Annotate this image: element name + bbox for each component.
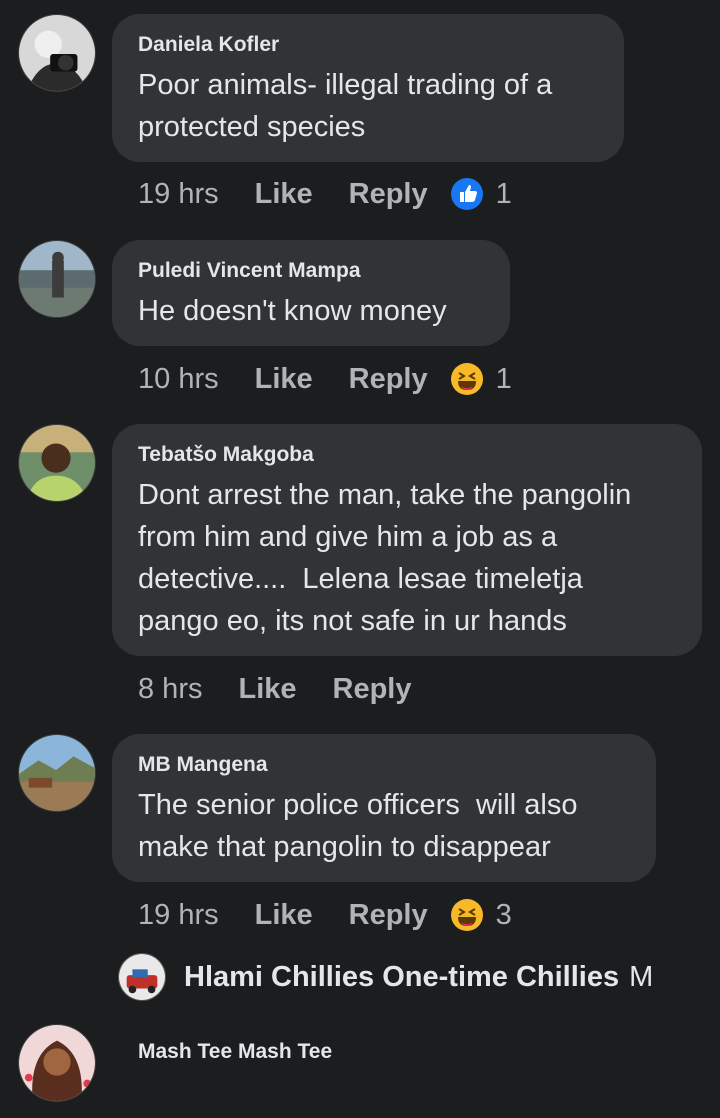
reply-text-preview: M <box>629 960 654 993</box>
comment-author[interactable]: MB Mangena <box>138 752 630 778</box>
avatar[interactable] <box>18 1024 96 1102</box>
like-button[interactable]: Like <box>238 673 296 706</box>
comment-text: Poor animals- illegal trading of a prote… <box>138 69 553 143</box>
timestamp[interactable]: 19 hrs <box>138 178 219 211</box>
timestamp[interactable]: 8 hrs <box>138 673 202 706</box>
reply-button[interactable]: Reply <box>349 899 428 932</box>
avatar[interactable] <box>18 14 96 92</box>
avatar[interactable] <box>18 734 96 812</box>
comment-text: He doesn't know money <box>138 295 447 327</box>
haha-reaction-icon <box>450 899 483 931</box>
comment-bubble: Tebatšo Makgoba Dont arrest the man, tak… <box>112 424 702 656</box>
timestamp[interactable]: 19 hrs <box>138 899 219 932</box>
comment-author[interactable]: Daniela Kofler <box>138 32 598 58</box>
like-button[interactable]: Like <box>255 899 313 932</box>
reaction-summary[interactable]: 3 <box>450 898 512 932</box>
reaction-summary[interactable]: 1 <box>450 362 512 396</box>
comment-bubble: MB Mangena The senior police officers wi… <box>112 734 656 882</box>
comment-author[interactable]: Tebatšo Makgoba <box>138 442 676 468</box>
like-reaction-icon <box>450 178 483 210</box>
avatar[interactable] <box>18 424 96 502</box>
reply-button[interactable]: Reply <box>349 363 428 396</box>
reaction-count: 1 <box>495 177 512 210</box>
comment-text: Dont arrest the man, take the pangolin f… <box>138 479 632 637</box>
comment-actions: 19 hrs Like Reply 1 <box>138 174 512 214</box>
reply-preview[interactable]: Hlami Chillies One-time Chillies M <box>118 952 653 1002</box>
comment-author[interactable]: Mash Tee Mash Tee <box>138 1040 332 1064</box>
timestamp[interactable]: 10 hrs <box>138 363 219 396</box>
comment-actions: 19 hrs Like Reply 3 <box>138 895 512 935</box>
haha-reaction-icon <box>450 363 483 395</box>
comment-author[interactable]: Puledi Vincent Mampa <box>138 258 484 284</box>
reply-button[interactable]: Reply <box>333 673 412 706</box>
like-button[interactable]: Like <box>255 178 313 211</box>
avatar[interactable] <box>18 240 96 318</box>
comment-text: The senior police officers will also mak… <box>138 789 578 863</box>
comment-actions: 10 hrs Like Reply 1 <box>138 359 512 399</box>
reply-avatar[interactable] <box>118 953 166 1001</box>
reaction-summary[interactable]: 1 <box>450 177 512 211</box>
reply-button[interactable]: Reply <box>349 178 428 211</box>
comment-bubble: Daniela Kofler Poor animals- illegal tra… <box>112 14 624 162</box>
reply-author[interactable]: Hlami Chillies One-time Chillies <box>184 961 619 994</box>
reaction-count: 3 <box>495 898 512 931</box>
reaction-count: 1 <box>495 362 512 395</box>
comment-bubble: Puledi Vincent Mampa He doesn't know mon… <box>112 240 510 346</box>
like-button[interactable]: Like <box>255 363 313 396</box>
comment-actions: 8 hrs Like Reply <box>138 669 448 709</box>
